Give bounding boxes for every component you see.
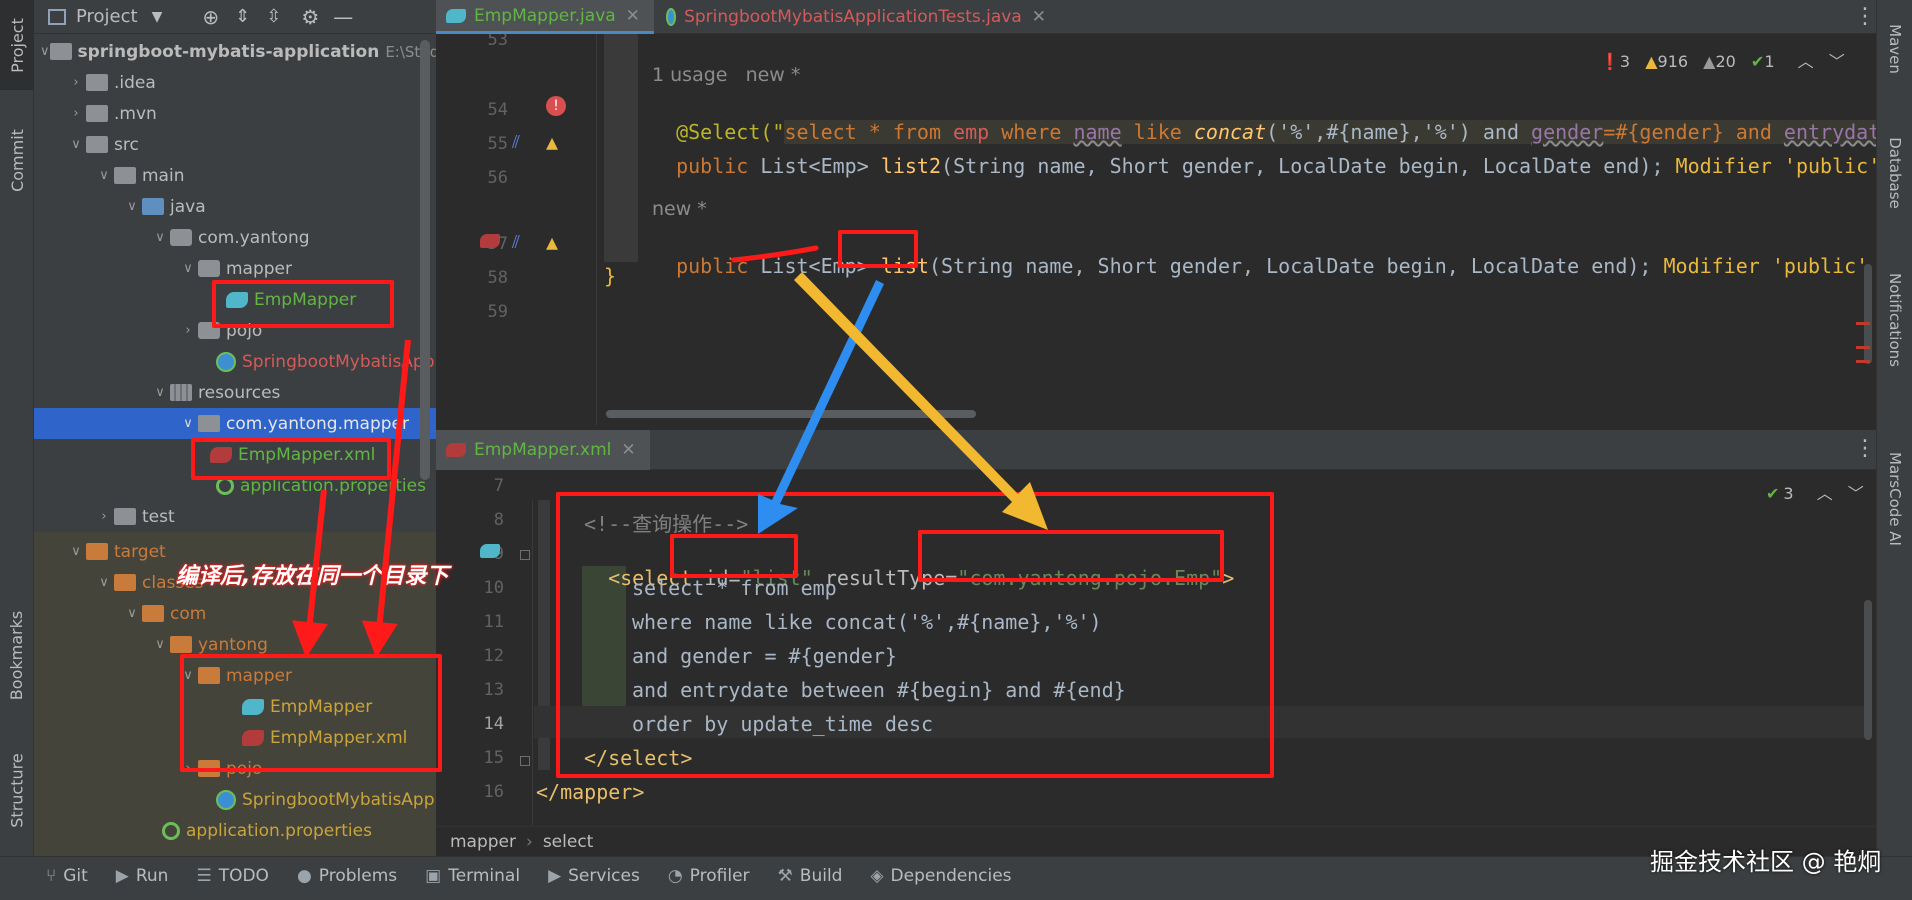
red-arrow	[292, 489, 328, 658]
yellow-arrow	[794, 272, 1048, 530]
annotation-arrows	[292, 245, 1048, 658]
red-arrow	[361, 339, 411, 658]
blue-arrow	[758, 280, 884, 534]
underline-stroke	[731, 245, 819, 263]
